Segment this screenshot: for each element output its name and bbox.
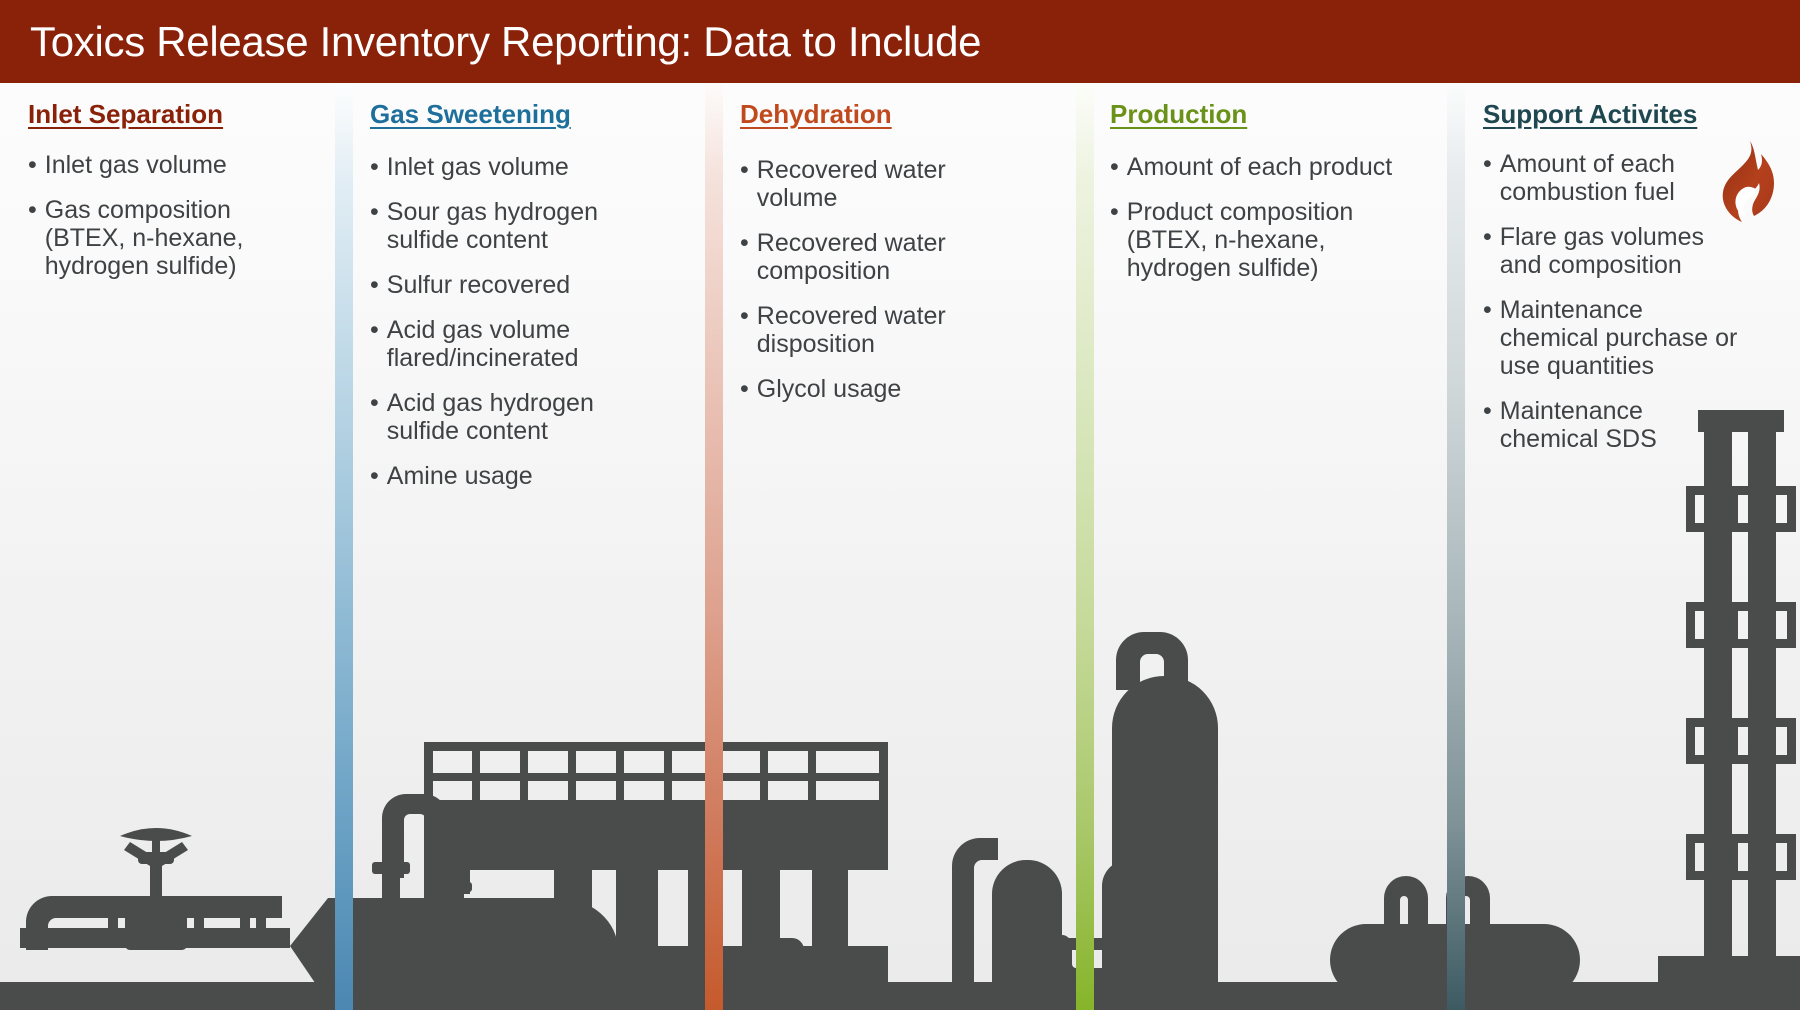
- divider-teal: [1447, 83, 1465, 1010]
- bullet-marker-icon: •: [740, 228, 749, 257]
- column-heading-dehydration: Dehydration: [740, 99, 892, 129]
- bullet-text: Maintenance chemical SDS: [1499, 396, 1657, 453]
- flame-icon: [1722, 141, 1774, 222]
- divider-blue: [335, 83, 353, 1010]
- column-heading-production: Production: [1110, 99, 1248, 129]
- list-item: • Recovered water volume: [740, 156, 1020, 212]
- bullet-text: Recovered water volume: [756, 155, 946, 212]
- bullet-list-support-activites: • Amount of each combustion fuel • Flare…: [1483, 150, 1748, 453]
- divider-green: [1076, 83, 1094, 1010]
- bullet-text: Inlet gas volume: [386, 152, 569, 181]
- bullet-marker-icon: •: [370, 461, 379, 490]
- list-item: • Recovered water composition: [740, 229, 1020, 285]
- bullet-marker-icon: •: [370, 388, 379, 417]
- column-inlet-separation: Inlet Separation • Inlet gas volume • Ga…: [28, 100, 318, 297]
- list-item: • Acid gas volume flared/incinerated: [370, 316, 660, 372]
- list-item: • Maintenance chemical purchase or use q…: [1483, 296, 1748, 380]
- bullet-marker-icon: •: [1110, 152, 1119, 181]
- bullet-text: Gas composition (BTEX, n-hexane, hydroge…: [44, 195, 244, 280]
- list-item: • Glycol usage: [740, 375, 1020, 403]
- bullet-text: Amine usage: [386, 461, 533, 490]
- page-title: Toxics Release Inventory Reporting: Data…: [30, 17, 982, 65]
- list-item: • Inlet gas volume: [28, 151, 318, 179]
- bullet-text: Sulfur recovered: [386, 270, 571, 299]
- bullet-marker-icon: •: [370, 152, 379, 181]
- bullet-marker-icon: •: [28, 150, 37, 179]
- bullet-text: Inlet gas volume: [44, 150, 227, 179]
- bullet-text: Acid gas volume flared/incinerated: [386, 315, 579, 372]
- title-bar: Toxics Release Inventory Reporting: Data…: [0, 0, 1800, 83]
- bullet-text: Flare gas volumes and composition: [1499, 222, 1705, 279]
- bullet-text: Amount of each combustion fuel: [1499, 149, 1675, 206]
- list-item: • Flare gas volumes and composition: [1483, 223, 1748, 279]
- column-dehydration: Dehydration • Recovered water volume • R…: [740, 100, 1020, 420]
- divider-orange: [705, 83, 723, 1010]
- bullet-text: Recovered water composition: [756, 228, 946, 285]
- bullet-text: Maintenance chemical purchase or use qua…: [1499, 295, 1738, 380]
- bullet-marker-icon: •: [28, 195, 37, 224]
- bullet-list-production: • Amount of each product • Product compo…: [1110, 153, 1410, 282]
- list-item: • Acid gas hydrogen sulfide content: [370, 389, 660, 445]
- column-heading-inlet-separation: Inlet Separation: [28, 99, 224, 129]
- bullet-marker-icon: •: [370, 197, 379, 226]
- bullet-marker-icon: •: [740, 155, 749, 184]
- bullet-text: Glycol usage: [756, 374, 902, 403]
- refinery-silhouette: [0, 410, 1800, 1010]
- bullet-marker-icon: •: [1483, 295, 1492, 324]
- column-gas-sweetening: Gas Sweetening • Inlet gas volume • Sour…: [370, 100, 660, 507]
- bullet-marker-icon: •: [1483, 149, 1492, 178]
- bullet-marker-icon: •: [740, 374, 749, 403]
- bullet-text: Recovered water disposition: [756, 301, 946, 358]
- list-item: • Recovered water disposition: [740, 302, 1020, 358]
- list-item: • Maintenance chemical SDS: [1483, 397, 1748, 453]
- bullet-list-dehydration: • Recovered water volume • Recovered wat…: [740, 156, 1020, 403]
- bullet-marker-icon: •: [370, 315, 379, 344]
- column-production: Production • Amount of each product • Pr…: [1110, 100, 1410, 299]
- bullet-marker-icon: •: [1483, 396, 1492, 425]
- list-item: • Inlet gas volume: [370, 153, 660, 181]
- bullet-text: Amount of each product: [1126, 152, 1393, 181]
- bullet-text: Product composition (BTEX, n-hexane, hyd…: [1126, 197, 1354, 282]
- column-support-activites: Support Activites • Amount of each combu…: [1483, 100, 1748, 470]
- bullet-list-gas-sweetening: • Inlet gas volume • Sour gas hydrogen s…: [370, 153, 660, 490]
- list-item: • Amount of each product: [1110, 153, 1410, 181]
- list-item: • Product composition (BTEX, n-hexane, h…: [1110, 198, 1410, 282]
- bullet-marker-icon: •: [370, 270, 379, 299]
- bullet-text: Sour gas hydrogen sulfide content: [386, 197, 599, 254]
- list-item: • Sulfur recovered: [370, 271, 660, 299]
- list-item: • Sour gas hydrogen sulfide content: [370, 198, 660, 254]
- list-item: • Gas composition (BTEX, n-hexane, hydro…: [28, 196, 318, 280]
- bullet-text: Acid gas hydrogen sulfide content: [386, 388, 594, 445]
- bullet-marker-icon: •: [1110, 197, 1119, 226]
- bullet-marker-icon: •: [740, 301, 749, 330]
- list-item: • Amine usage: [370, 462, 660, 490]
- bullet-marker-icon: •: [1483, 222, 1492, 251]
- column-heading-support-activites: Support Activites: [1483, 99, 1698, 129]
- bullet-list-inlet-separation: • Inlet gas volume • Gas composition (BT…: [28, 151, 318, 280]
- list-item: • Amount of each combustion fuel: [1483, 150, 1748, 206]
- column-heading-gas-sweetening: Gas Sweetening: [370, 99, 571, 129]
- infographic-slide: Toxics Release Inventory Reporting: Data…: [0, 0, 1800, 1010]
